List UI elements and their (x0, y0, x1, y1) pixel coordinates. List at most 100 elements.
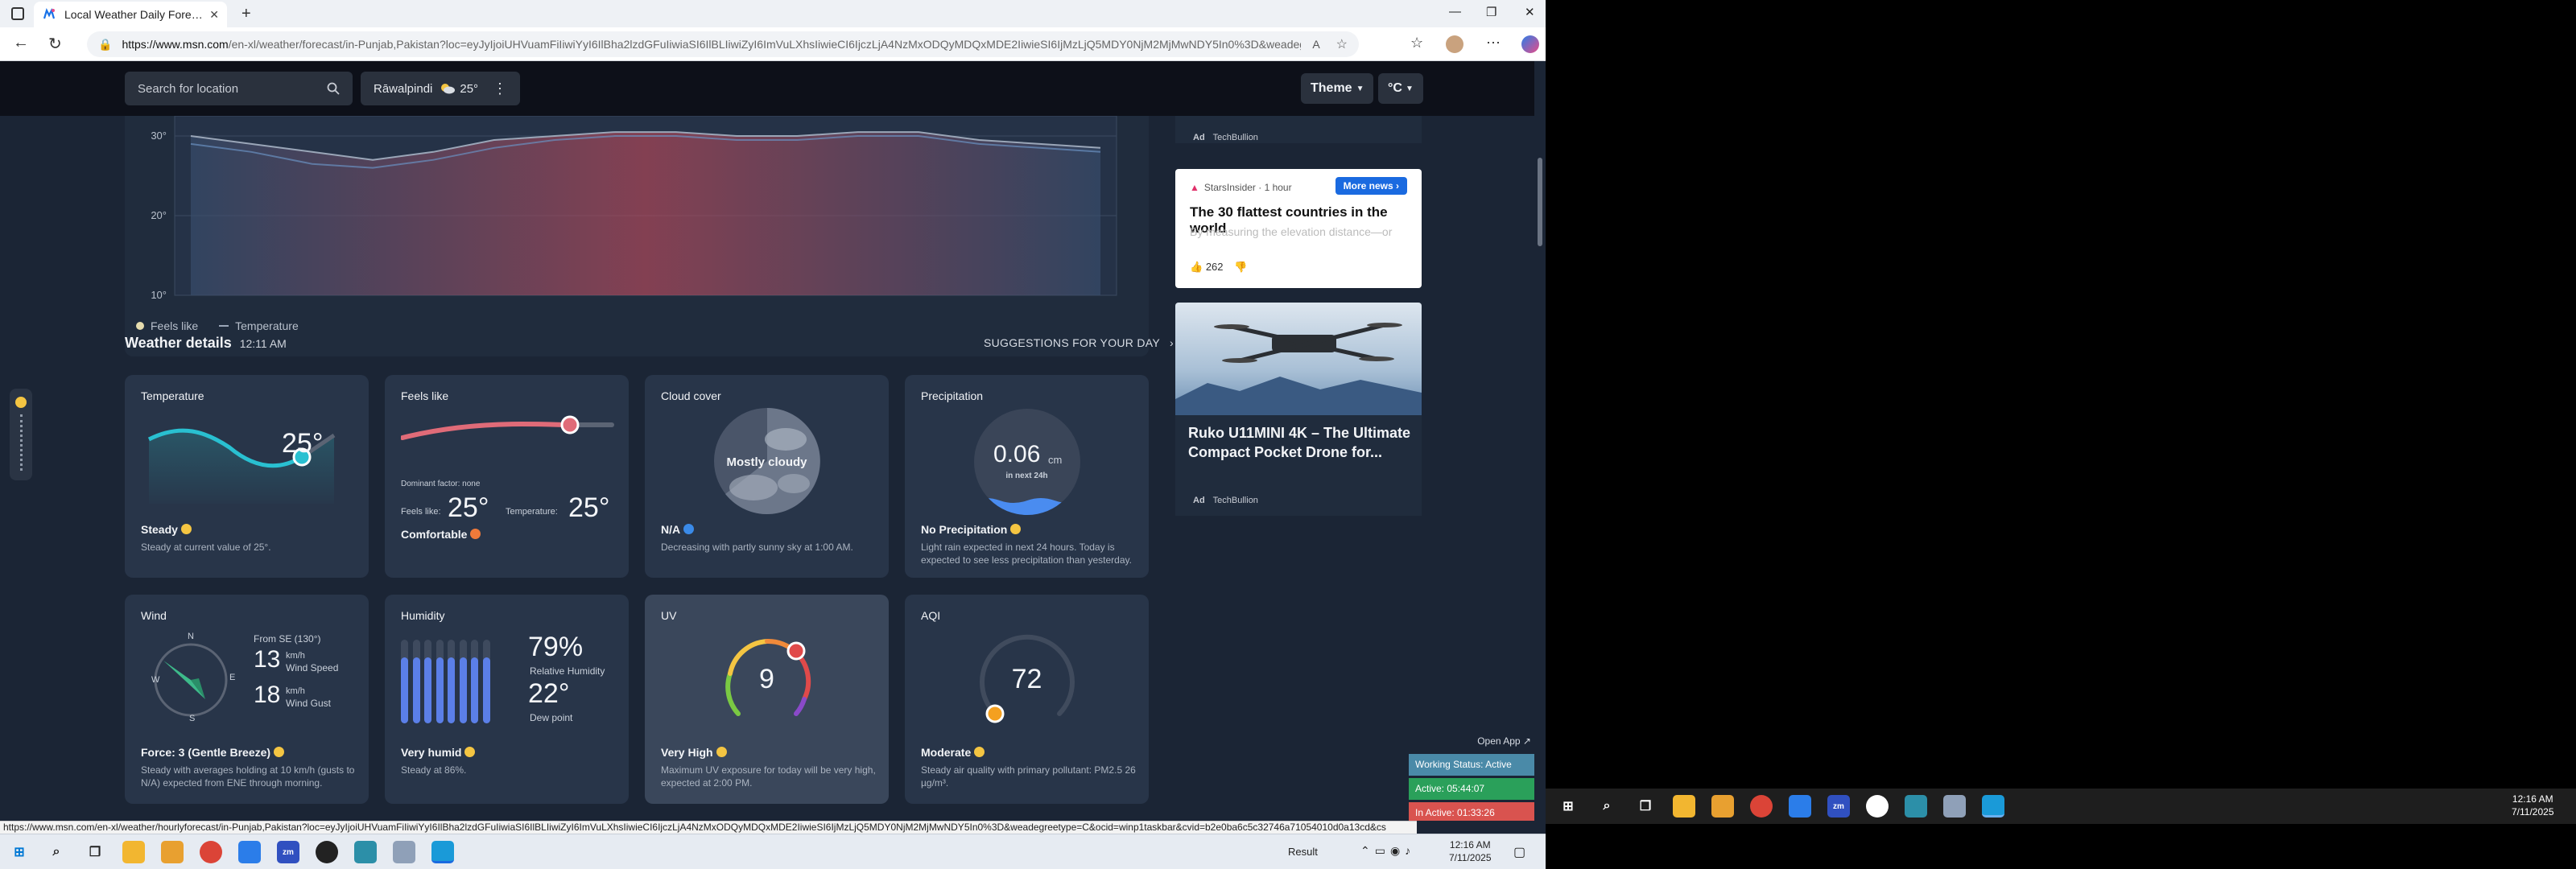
humidity-bar-fill (471, 657, 478, 723)
open-app-link[interactable]: Open App ↗ (1409, 732, 1534, 752)
app-cloud-icon[interactable] (393, 841, 415, 863)
address-bar: ← ↻ 🔒 https://www.msn.com/en-xl/weather/… (0, 27, 1546, 61)
aqi-status: Moderate (921, 746, 972, 759)
dislike-icon[interactable]: 👎 (1234, 261, 1247, 273)
precip-unit: cm (1048, 454, 1063, 466)
close-window-button[interactable]: ✕ (1525, 5, 1535, 19)
edge-icon[interactable] (431, 841, 454, 863)
url-field[interactable]: 🔒 https://www.msn.com/en-xl/weather/fore… (87, 31, 1359, 57)
feels-like-area (191, 132, 1100, 295)
chevron-right-icon: › (1170, 336, 1174, 349)
theme-label: Theme (1311, 81, 1352, 95)
aqi-card[interactable]: AQI 72 Moderate Steady air quality with … (905, 595, 1149, 804)
location-chip[interactable]: Rāwalpindi 25° ⋮ (361, 72, 520, 105)
scrollbar-thumb[interactable] (1538, 158, 1542, 246)
humidity-bar-fill (436, 657, 444, 723)
tab-close-icon[interactable]: ✕ (209, 8, 219, 22)
working-status: Working Status: Active (1409, 754, 1534, 776)
profile-avatar[interactable] (1446, 35, 1463, 53)
search-input[interactable]: Search for location (125, 72, 353, 105)
search-icon[interactable]: ⌕ (1596, 795, 1618, 818)
store-icon[interactable] (161, 841, 184, 863)
result-label[interactable]: Result (1288, 846, 1318, 858)
more-options-icon[interactable]: ⋮ (493, 80, 507, 97)
notification-icon[interactable]: ▢ (1513, 844, 1525, 860)
back-icon[interactable]: ← (13, 34, 29, 52)
unit-button[interactable]: °C ▼ (1378, 73, 1423, 104)
app-zm-icon[interactable]: zm (277, 841, 299, 863)
feels-like-card[interactable]: Feels like Dominant factor: none Feels l… (385, 375, 629, 578)
clock[interactable]: 12:16 AM 7/11/2025 (2512, 793, 2554, 818)
minimize-button[interactable]: — (1449, 5, 1461, 19)
task-view-icon[interactable]: ❐ (1634, 795, 1657, 818)
chrome-icon[interactable] (1750, 795, 1773, 818)
side-rail[interactable] (10, 389, 32, 480)
start-icon[interactable]: ⊞ (1557, 795, 1579, 818)
wind-speed-unit: km/h (286, 651, 305, 661)
start-icon[interactable]: ⊞ (8, 841, 31, 863)
uv-value: 9 (759, 664, 774, 694)
wind-speed: 13 (254, 646, 281, 673)
refresh-icon[interactable]: ↻ (48, 34, 62, 54)
more-menu-icon[interactable]: ⋯ (1486, 35, 1501, 51)
theme-button[interactable]: Theme ▼ (1301, 73, 1374, 104)
favorite-star-icon[interactable]: ☆ (1336, 36, 1348, 52)
app-circle-icon[interactable] (1866, 795, 1889, 818)
vscode-icon[interactable] (238, 841, 261, 863)
cloud-cover-card[interactable]: Cloud cover Mostly cloudy N/A Decreasing… (645, 375, 889, 578)
feels-like-legend-icon (136, 322, 144, 330)
search-icon[interactable] (327, 82, 340, 95)
app-cloud-icon[interactable] (1943, 795, 1966, 818)
humidity-bar-fill (448, 657, 455, 723)
top-ad-footer[interactable]: Ad TechBullion (1175, 116, 1422, 143)
temperature-card[interactable]: Temperature 25° Steady Steady at current… (125, 375, 369, 578)
more-news-button[interactable]: More news › (1335, 177, 1407, 195)
tab-actions-icon[interactable] (11, 7, 24, 20)
chrome-icon[interactable] (200, 841, 222, 863)
tab-weather[interactable]: Local Weather Daily Forecasts, Ra ✕ (34, 2, 227, 27)
humidity-bar-fill (459, 657, 467, 723)
cloud-status: N/A (661, 523, 681, 536)
read-aloud-icon[interactable]: A (1312, 38, 1319, 51)
maximize-button[interactable]: ❐ (1486, 5, 1496, 19)
dominant-factor: Dominant factor: none (401, 480, 481, 488)
new-tab-button[interactable]: + (242, 5, 251, 23)
humidity-card[interactable]: Humidity 79% Relative Humidity 22° Dew p… (385, 595, 629, 804)
wind-card[interactable]: Wind N S W E From SE (130°) 13 km/h Wind… (125, 595, 369, 804)
aqi-desc: Steady air quality with primary pollutan… (921, 764, 1136, 789)
news-card[interactable]: ▲ StarsInsider · 1 hour More news › The 3… (1175, 169, 1422, 288)
emoji-icon (464, 747, 476, 757)
edge-icon[interactable] (1982, 795, 2004, 818)
starsinsider-icon: ▲ (1190, 182, 1199, 193)
chevron-down-icon: ▼ (1356, 84, 1364, 93)
app-teal-icon[interactable] (1905, 795, 1927, 818)
card-title: UV (661, 609, 677, 622)
url-host: https://www.msn.com (122, 38, 229, 51)
vscode-icon[interactable] (1789, 795, 1811, 818)
copilot-icon[interactable] (1521, 35, 1539, 53)
task-view-icon[interactable]: ❐ (84, 841, 106, 863)
app-circle-icon[interactable] (316, 841, 338, 863)
dew-point-value: 22° (528, 678, 570, 709)
file-explorer-icon[interactable] (122, 841, 145, 863)
like-icon[interactable]: 👍 (1190, 261, 1203, 273)
file-explorer-icon[interactable] (1673, 795, 1695, 818)
uv-card[interactable]: UV 9 Very High Maximum UV exposure for t… (645, 595, 889, 804)
precipitation-card[interactable]: Precipitation 0.06 cm in next 24h No Pre… (905, 375, 1149, 578)
more-news-label: More news (1343, 180, 1393, 192)
temperature-desc: Steady at current value of 25°. (141, 542, 271, 553)
page-scrollbar[interactable] (1534, 61, 1546, 821)
suggestions-link[interactable]: SUGGESTIONS FOR YOUR DAY › (984, 336, 1174, 349)
site-header: Search for location Rāwalpindi 25° ⋮ The… (0, 61, 1534, 116)
drone-ad-text[interactable]: Ruko U11MINI 4K – The Ultimate Compact P… (1175, 415, 1422, 516)
card-title: Humidity (401, 609, 445, 622)
ad-tag: Ad (1193, 133, 1205, 142)
app-zm-icon[interactable]: zm (1827, 795, 1850, 818)
humidity-bar-fill (482, 657, 490, 723)
tray-icons[interactable]: ⌃▭◉♪ (1360, 844, 1415, 858)
favorites-icon[interactable]: ☆ (1410, 35, 1423, 51)
clock[interactable]: 12:16 AM 7/11/2025 (1449, 838, 1492, 864)
app-teal-icon[interactable] (354, 841, 377, 863)
search-icon[interactable]: ⌕ (45, 841, 68, 863)
store-icon[interactable] (1711, 795, 1734, 818)
